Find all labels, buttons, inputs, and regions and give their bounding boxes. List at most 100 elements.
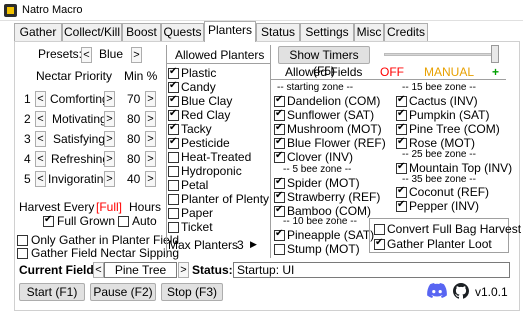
nectar-min-value[interactable]: 80 xyxy=(127,132,140,146)
zone-label: -- 35 bee zone -- xyxy=(402,174,476,185)
nectar-next-button[interactable]: > xyxy=(104,151,115,167)
current-field-next-button[interactable]: > xyxy=(178,262,189,278)
max-planters-value[interactable]: 3 xyxy=(237,238,244,252)
nectar-next-button[interactable]: > xyxy=(104,91,115,107)
field-checkbox[interactable] xyxy=(396,94,407,107)
fields-off-label[interactable]: OFF xyxy=(380,65,404,79)
zone-label: -- 10 bee zone -- xyxy=(283,216,357,227)
nectar-min-stepper[interactable]: > xyxy=(145,171,156,187)
tab-boost[interactable]: Boost xyxy=(122,23,161,42)
current-field-label: Current Field: xyxy=(19,263,98,277)
presets-prev-button[interactable]: < xyxy=(81,47,92,63)
planter-checkbox[interactable] xyxy=(168,180,179,191)
nectar-prev-button[interactable]: < xyxy=(35,111,46,127)
divider xyxy=(166,63,270,64)
field-checkbox[interactable] xyxy=(274,136,285,149)
field-checkbox[interactable] xyxy=(396,122,407,135)
field-checkbox[interactable] xyxy=(396,136,407,149)
current-field-value[interactable]: Pine Tree xyxy=(104,262,177,278)
fields-manual-label[interactable]: MANUAL xyxy=(424,65,474,79)
full-grown-checkbox[interactable] xyxy=(43,214,54,227)
planter-checkbox[interactable] xyxy=(168,194,179,205)
nectar-min-value[interactable]: 80 xyxy=(127,152,140,166)
gather-nectar-sipping-checkbox[interactable] xyxy=(17,248,28,259)
start-button[interactable]: Start (F1) xyxy=(19,283,85,301)
fields-add-button[interactable]: + xyxy=(492,65,499,79)
field-checkbox[interactable] xyxy=(274,150,285,163)
field-checkbox[interactable] xyxy=(396,108,407,121)
nectar-rank: 5 xyxy=(24,172,31,186)
nectar-rank: 4 xyxy=(24,152,31,166)
auto-checkbox[interactable] xyxy=(118,216,129,227)
field-checkbox[interactable] xyxy=(396,199,407,212)
tab-misc[interactable]: Misc xyxy=(354,23,384,42)
field-checkbox[interactable] xyxy=(274,94,285,107)
nectar-min-value[interactable]: 80 xyxy=(127,112,140,126)
gather-planter-loot-label: Gather Planter Loot xyxy=(387,237,492,251)
convert-full-bag-checkbox[interactable] xyxy=(374,224,385,235)
nectar-name: Invigorating xyxy=(48,172,111,186)
nectar-min-value[interactable]: 70 xyxy=(127,92,140,106)
nectar-prev-button[interactable]: < xyxy=(35,171,46,187)
planter-checkbox[interactable] xyxy=(168,136,179,149)
field-checkbox[interactable] xyxy=(274,244,285,255)
field-checkbox[interactable] xyxy=(396,161,407,174)
tab-gather[interactable]: Gather xyxy=(14,23,62,42)
field-checkbox[interactable] xyxy=(274,108,285,121)
slider-thumb[interactable] xyxy=(491,45,499,63)
discord-icon[interactable] xyxy=(427,283,447,299)
field-checkbox[interactable] xyxy=(274,122,285,135)
nectar-prev-button[interactable]: < xyxy=(35,131,46,147)
max-planters-dropdown-icon[interactable]: ▶ xyxy=(250,239,257,250)
planter-checkbox[interactable] xyxy=(168,208,179,219)
nectar-min-stepper[interactable]: > xyxy=(145,151,156,167)
field-label: Stump (MOT) xyxy=(287,242,360,256)
nectar-min-value[interactable]: 40 xyxy=(127,172,140,186)
tab-status[interactable]: Status xyxy=(256,23,300,42)
current-field-prev-button[interactable]: < xyxy=(93,262,104,278)
tab-planters[interactable]: Planters xyxy=(204,21,256,42)
field-checkbox[interactable] xyxy=(274,190,285,203)
nectar-next-button[interactable]: > xyxy=(104,111,115,127)
nectar-name: Motivating xyxy=(52,112,107,126)
nectar-rank: 2 xyxy=(24,112,31,126)
planter-checkbox[interactable] xyxy=(168,152,179,163)
nectar-next-button[interactable]: > xyxy=(104,131,115,147)
field-checkbox[interactable] xyxy=(274,176,285,189)
window-title: Natro Macro xyxy=(22,4,83,16)
presets-next-button[interactable]: > xyxy=(131,47,142,63)
planter-checkbox[interactable] xyxy=(168,94,179,107)
nectar-prev-button[interactable]: < xyxy=(35,151,46,167)
nectar-prev-button[interactable]: < xyxy=(35,91,46,107)
field-checkbox[interactable] xyxy=(274,228,285,241)
github-icon[interactable] xyxy=(453,283,469,299)
planter-label: Planter of Plenty xyxy=(181,192,270,206)
planter-checkbox[interactable] xyxy=(168,80,179,93)
show-timers-button[interactable]: Show Timers (F5) xyxy=(278,46,370,78)
field-label: Coconut (REF) xyxy=(409,185,490,199)
tab-quests[interactable]: Quests xyxy=(161,23,204,42)
tab-collect-kill[interactable]: Collect/Kill xyxy=(62,23,122,42)
pause-button[interactable]: Pause (F2) xyxy=(90,283,156,301)
harvest-every-label: Harvest Every xyxy=(19,200,95,214)
planter-checkbox[interactable] xyxy=(168,122,179,135)
field-checkbox[interactable] xyxy=(396,185,407,198)
stop-button[interactable]: Stop (F3) xyxy=(161,283,223,301)
tab-settings[interactable]: Settings xyxy=(300,23,354,42)
planter-checkbox[interactable] xyxy=(168,108,179,121)
nectar-rank: 1 xyxy=(24,92,31,106)
field-label: Rose (MOT) xyxy=(409,136,475,150)
planter-checkbox[interactable] xyxy=(168,222,179,233)
nectar-min-stepper[interactable]: > xyxy=(145,111,156,127)
only-gather-checkbox[interactable] xyxy=(17,235,28,246)
nectar-next-button[interactable]: > xyxy=(104,171,115,187)
planter-checkbox[interactable] xyxy=(168,66,179,79)
nectar-min-stepper[interactable]: > xyxy=(145,91,156,107)
gather-planter-loot-checkbox[interactable] xyxy=(374,237,385,250)
max-planters-label: Max Planters xyxy=(168,238,239,252)
tab-credits[interactable]: Credits xyxy=(384,23,428,42)
harvest-every-value[interactable]: [Full] xyxy=(96,200,122,214)
planter-checkbox[interactable] xyxy=(168,166,179,177)
slider-track[interactable] xyxy=(384,53,498,56)
nectar-min-stepper[interactable]: > xyxy=(145,131,156,147)
